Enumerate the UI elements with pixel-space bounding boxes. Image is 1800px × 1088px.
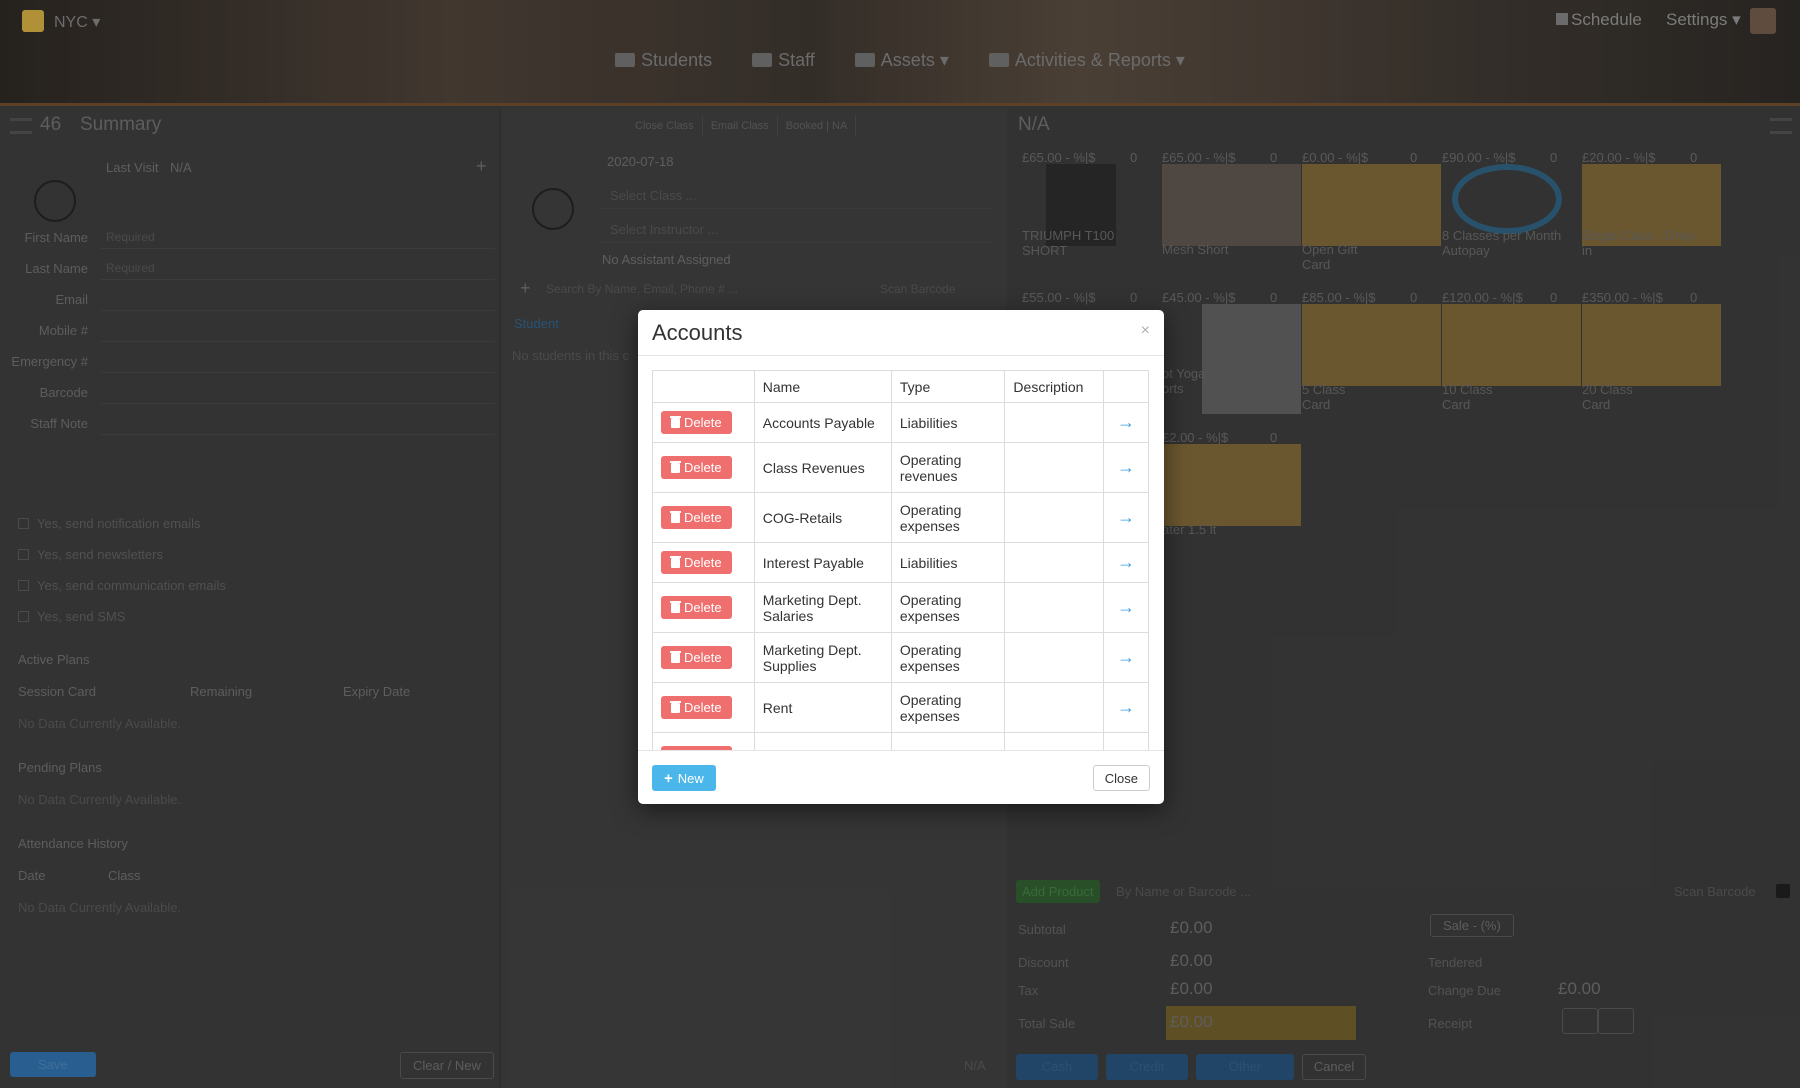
go-cell: → <box>1102 542 1149 583</box>
account-name: Marketing Dept. Salaries <box>753 582 892 633</box>
actions-cell: Delete <box>652 682 755 733</box>
table-row: Delete Accounts Payable Liabilities → <box>652 402 1149 443</box>
account-name: Marketing Dept. Supplies <box>753 632 892 683</box>
table-row: Delete Marketing Dept. Supplies Operatin… <box>652 632 1149 683</box>
close-button[interactable]: Close <box>1092 765 1150 791</box>
go-header <box>1102 370 1149 403</box>
account-description <box>1004 492 1104 543</box>
go-cell: → <box>1102 682 1149 733</box>
delete-button[interactable]: Delete <box>661 596 732 619</box>
arrow-right-icon[interactable]: → <box>1117 697 1135 717</box>
description-header[interactable]: Description <box>1004 370 1104 403</box>
actions-cell: Delete <box>652 402 755 443</box>
table-row: Delete Interest Payable Liabilities → <box>652 542 1149 583</box>
delete-label: Delete <box>684 555 722 570</box>
delete-label: Delete <box>684 415 722 430</box>
trash-icon <box>670 415 681 428</box>
account-name: Interest Payable <box>753 542 892 583</box>
table-row: Delete Operating → <box>652 732 1149 750</box>
actions-cell: Delete <box>652 492 755 543</box>
delete-button[interactable]: Delete <box>661 456 732 479</box>
close-icon[interactable]: × <box>1141 322 1150 340</box>
delete-label: Delete <box>684 700 722 715</box>
go-cell: → <box>1102 402 1149 443</box>
plus-icon: + <box>664 769 673 787</box>
account-description <box>1004 632 1104 683</box>
arrow-right-icon[interactable]: → <box>1117 507 1135 527</box>
actions-cell: Delete <box>652 442 755 493</box>
accounts-table-container[interactable]: Name Type Description Delete Accounts Pa… <box>652 370 1149 750</box>
table-header-row: Name Type Description <box>652 370 1149 403</box>
trash-icon <box>670 510 681 523</box>
delete-button[interactable]: Delete <box>661 506 732 529</box>
arrow-right-icon[interactable]: → <box>1117 457 1135 477</box>
modal-header: Accounts × <box>638 310 1164 356</box>
delete-label: Delete <box>684 510 722 525</box>
trash-icon <box>670 460 681 473</box>
type-header[interactable]: Type <box>890 370 1006 403</box>
delete-label: Delete <box>684 460 722 475</box>
account-description <box>1004 402 1104 443</box>
actions-cell: Delete <box>652 732 755 750</box>
account-name: Class Revenues <box>753 442 892 493</box>
actions-cell: Delete <box>652 582 755 633</box>
go-cell: → <box>1102 492 1149 543</box>
arrow-right-icon[interactable]: → <box>1117 412 1135 432</box>
account-type: Operating expenses <box>890 632 1006 683</box>
trash-icon <box>670 555 681 568</box>
new-account-button[interactable]: + New <box>652 765 716 791</box>
modal-title: Accounts <box>652 320 743 345</box>
account-description <box>1004 442 1104 493</box>
account-type: Operating expenses <box>890 582 1006 633</box>
new-label: New <box>677 770 704 786</box>
account-description <box>1004 682 1104 733</box>
name-header[interactable]: Name <box>753 370 892 403</box>
account-description <box>1004 542 1104 583</box>
delete-button[interactable]: Delete <box>661 551 732 574</box>
account-description <box>1004 582 1104 633</box>
delete-button[interactable]: Delete <box>661 646 732 669</box>
account-type: Liabilities <box>890 402 1006 443</box>
delete-label: Delete <box>684 650 722 665</box>
go-cell: → <box>1102 732 1149 750</box>
accounts-table: Name Type Description Delete Accounts Pa… <box>652 370 1149 750</box>
trash-icon <box>670 700 681 713</box>
actions-header <box>652 370 755 403</box>
arrow-right-icon[interactable]: → <box>1117 552 1135 572</box>
account-name: Accounts Payable <box>753 402 892 443</box>
go-cell: → <box>1102 582 1149 633</box>
account-name: COG-Retails <box>753 492 892 543</box>
account-type: Operating revenues <box>890 442 1006 493</box>
table-row: Delete Rent Operating expenses → <box>652 682 1149 733</box>
delete-button[interactable]: Delete <box>661 696 732 719</box>
account-description <box>1004 732 1104 750</box>
delete-button[interactable]: Delete <box>661 411 732 434</box>
actions-cell: Delete <box>652 542 755 583</box>
account-type: Operating expenses <box>890 682 1006 733</box>
account-type: Operating expenses <box>890 492 1006 543</box>
table-row: Delete Class Revenues Operating revenues… <box>652 442 1149 493</box>
table-row: Delete Marketing Dept. Salaries Operatin… <box>652 582 1149 633</box>
go-cell: → <box>1102 632 1149 683</box>
arrow-right-icon[interactable]: → <box>1117 597 1135 617</box>
actions-cell: Delete <box>652 632 755 683</box>
delete-label: Delete <box>684 600 722 615</box>
accounts-modal: Accounts × Name Type Description Delete … <box>638 310 1164 804</box>
account-name <box>753 732 892 750</box>
table-row: Delete COG-Retails Operating expenses → <box>652 492 1149 543</box>
go-cell: → <box>1102 442 1149 493</box>
modal-footer: + New Close <box>638 750 1164 804</box>
trash-icon <box>670 650 681 663</box>
account-type: Operating <box>890 732 1006 750</box>
account-name: Rent <box>753 682 892 733</box>
trash-icon <box>670 600 681 613</box>
arrow-right-icon[interactable]: → <box>1117 647 1135 667</box>
account-type: Liabilities <box>890 542 1006 583</box>
